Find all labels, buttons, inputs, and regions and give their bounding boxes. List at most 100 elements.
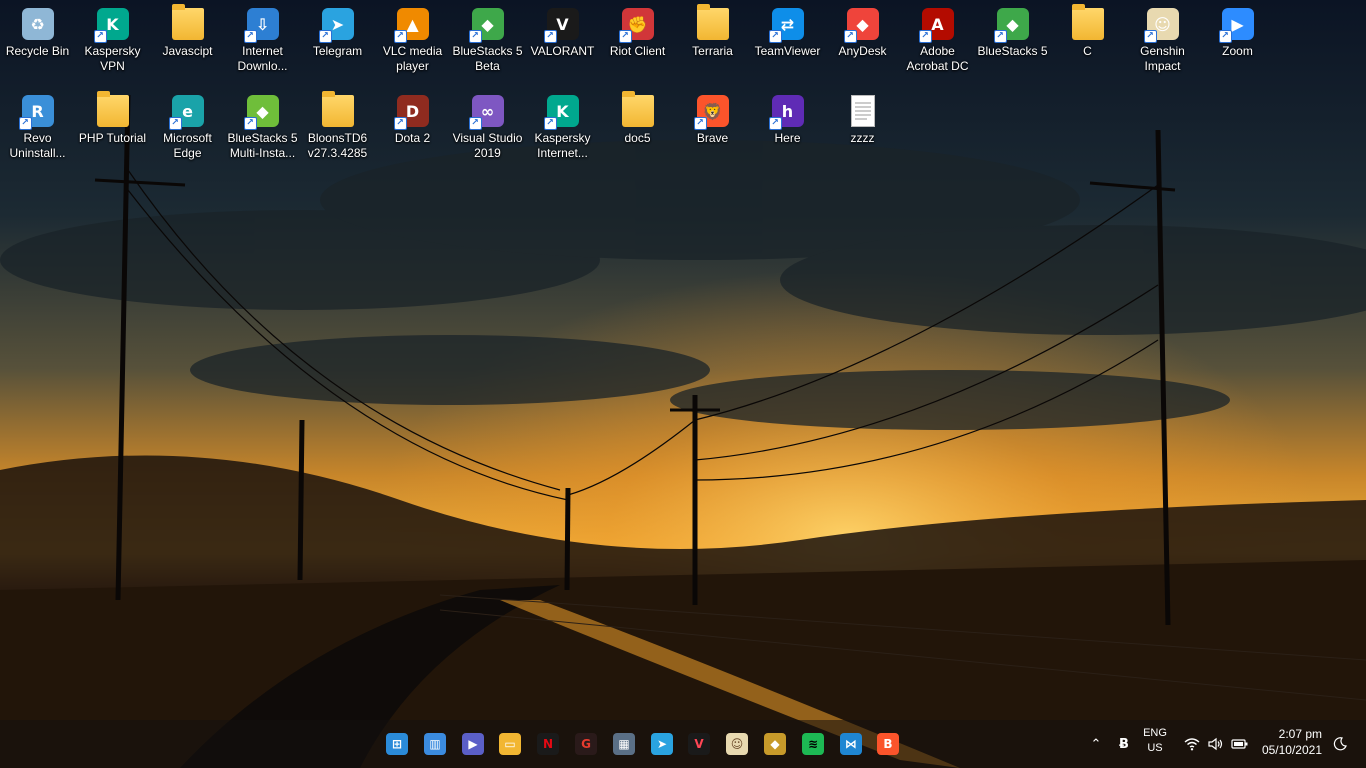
desktop-icon-label: Microsoft Edge — [163, 131, 212, 160]
valorant-icon: V — [688, 733, 710, 755]
desktop-icon[interactable]: BloonsTD6 v27.3.4285 — [300, 89, 375, 173]
chat-icon: ▶ — [462, 733, 484, 755]
shortcut-arrow-icon: ↗ — [1218, 30, 1232, 43]
kaspersky-vpn-icon: K ↗ — [93, 8, 129, 43]
desktop-icon-label: Telegram — [312, 44, 363, 58]
desktop-icon-label: zzzz — [850, 131, 875, 145]
anydesk-icon: ◆ ↗ — [843, 8, 879, 43]
language-indicator[interactable]: ENG US — [1140, 726, 1170, 756]
dota2-icon: D ↗ — [393, 95, 429, 130]
battery-icon[interactable] — [1230, 734, 1250, 754]
desktop-icon[interactable]: ▲ ↗ VLC media player — [375, 2, 450, 86]
focus-assist-icon[interactable] — [1330, 734, 1350, 754]
desktop-icon[interactable]: ☺ ↗ Genshin Impact — [1125, 2, 1200, 86]
desktop-icon[interactable]: K ↗ Kaspersky VPN — [75, 2, 150, 86]
desktop-icon[interactable]: R ↗ Revo Uninstall... — [0, 89, 75, 173]
desktop-icon-label: AnyDesk — [838, 44, 887, 58]
taskbar-brave[interactable]: B — [872, 728, 904, 760]
desktop-icon[interactable]: ◆ ↗ BlueStacks 5 — [975, 2, 1050, 86]
shortcut-arrow-icon: ↗ — [618, 30, 632, 43]
desktop-icon[interactable]: ⇩ ↗ Internet Downlo... — [225, 2, 300, 86]
vscode-icon: ⋈ — [840, 733, 862, 755]
clock-date: 05/10/2021 — [1261, 743, 1322, 757]
desktop-icon[interactable]: zzzz — [825, 89, 900, 173]
desktop-icon[interactable]: Terraria — [675, 2, 750, 86]
desktop-icon[interactable]: C — [1050, 2, 1125, 86]
desktop-icon[interactable]: ♻ Recycle Bin — [0, 2, 75, 86]
edge-icon: e ↗ — [168, 95, 204, 130]
taskbar-spotify[interactable]: ≋ — [797, 728, 829, 760]
taskbar-garena[interactable]: G — [570, 728, 602, 760]
netflix-icon: N — [537, 733, 559, 755]
shortcut-arrow-icon: ↗ — [93, 30, 107, 43]
brave-icon: B — [877, 733, 899, 755]
shortcut-arrow-icon: ↗ — [243, 117, 257, 130]
desktop-icon[interactable]: ◆ ↗ BlueStacks 5 Multi-Insta... — [225, 89, 300, 173]
folder-icon — [621, 91, 654, 127]
shortcut-arrow-icon: ↗ — [918, 30, 932, 43]
desktop-icon-label: Internet Downlo... — [237, 44, 288, 73]
shortcut-arrow-icon: ↗ — [768, 30, 782, 43]
taskbar-genshin[interactable]: ☺ — [721, 728, 753, 760]
desktop-icon[interactable]: ➤ ↗ Telegram — [300, 2, 375, 86]
taskbar-valorant[interactable]: V — [683, 728, 715, 760]
desktop-icon[interactable]: Javascipt — [150, 2, 225, 86]
desktop-icon[interactable]: A ↗ Adobe Acrobat DC — [900, 2, 975, 86]
shortcut-arrow-icon: ↗ — [243, 30, 257, 43]
taskbar-vscode[interactable]: ⋈ — [835, 728, 867, 760]
desktop-icon-label: Zoom — [1222, 44, 1253, 58]
shortcut-arrow-icon: ↗ — [693, 117, 707, 130]
desktop-icon[interactable]: PHP Tutorial — [75, 89, 150, 173]
telegram-icon: ➤ ↗ — [318, 8, 354, 43]
clock[interactable]: 2:07 pm 05/10/2021 — [1252, 726, 1322, 758]
start-button[interactable]: ⊞ — [381, 728, 413, 760]
desktop-icon-label: Here — [774, 131, 801, 145]
bluestacks-icon: ◆ ↗ — [993, 8, 1029, 43]
shortcut-arrow-icon: ↗ — [543, 30, 557, 43]
widgets-icon: ▥ — [424, 733, 446, 755]
desktop-icon[interactable]: 🦁 ↗ Brave — [675, 89, 750, 173]
wifi-icon[interactable] — [1182, 734, 1202, 754]
shortcut-arrow-icon: ↗ — [468, 117, 482, 130]
desktop-icon[interactable]: doc5 — [600, 89, 675, 173]
desktop-icon[interactable]: ◆ ↗ AnyDesk — [825, 2, 900, 86]
folder-icon — [1071, 4, 1104, 40]
taskbar-netflix[interactable]: N — [532, 728, 564, 760]
taskbar-telegram[interactable]: ➤ — [646, 728, 678, 760]
desktop-icon-label: Genshin Impact — [1140, 44, 1185, 73]
shortcut-arrow-icon: ↗ — [393, 117, 407, 130]
shortcut-arrow-icon: ↗ — [318, 30, 332, 43]
desktop-icon-label: VALORANT — [530, 44, 595, 58]
desktop-icon[interactable]: V ↗ VALORANT — [525, 2, 600, 86]
chevron-up-icon[interactable]: ⌃ — [1086, 734, 1106, 754]
desktop-icon[interactable]: K ↗ Kaspersky Internet... — [525, 89, 600, 173]
desktop-icon[interactable]: ✊ ↗ Riot Client — [600, 2, 675, 86]
taskbar-calculator[interactable]: ▦ — [608, 728, 640, 760]
desktop-icon[interactable]: ∞ ↗ Visual Studio 2019 — [450, 89, 525, 173]
acrobat-icon: A ↗ — [918, 8, 954, 43]
text-file-icon — [850, 95, 875, 127]
desktop-icon-label: Terraria — [692, 44, 733, 58]
desktop-icon-label: Javascipt — [162, 44, 213, 58]
desktop-icon[interactable]: ▶ ↗ Zoom — [1200, 2, 1275, 86]
bluestacks-icon: ◆ ↗ — [468, 8, 504, 43]
desktop-icon[interactable]: h ↗ Here — [750, 89, 825, 173]
volume-icon[interactable] — [1206, 734, 1226, 754]
desktop-icon[interactable]: e ↗ Microsoft Edge — [150, 89, 225, 173]
tray-app-icon[interactable]: Ƀ — [1114, 734, 1134, 754]
recycle-bin-icon: ♻ — [21, 8, 54, 40]
desktop-icon-label: BlueStacks 5 Multi-Insta... — [227, 131, 298, 160]
taskbar-chat[interactable]: ▶ — [457, 728, 489, 760]
spotify-icon: ≋ — [802, 733, 824, 755]
desktop-icon[interactable]: ◆ ↗ BlueStacks 5 Beta — [450, 2, 525, 86]
taskbar-file-explorer[interactable]: ▭ — [494, 728, 526, 760]
desktop-icon-label: Brave — [696, 131, 729, 145]
shortcut-arrow-icon: ↗ — [18, 117, 32, 130]
desktop-icon[interactable]: D ↗ Dota 2 — [375, 89, 450, 173]
kaspersky-internet-security-icon: K ↗ — [543, 95, 579, 130]
taskbar-widgets[interactable]: ▥ — [419, 728, 451, 760]
garena-icon: G — [575, 733, 597, 755]
desktop-icon-label: C — [1083, 44, 1092, 58]
taskbar-bluestacks[interactable]: ◆ — [759, 728, 791, 760]
desktop-icon[interactable]: ⇄ ↗ TeamViewer — [750, 2, 825, 86]
